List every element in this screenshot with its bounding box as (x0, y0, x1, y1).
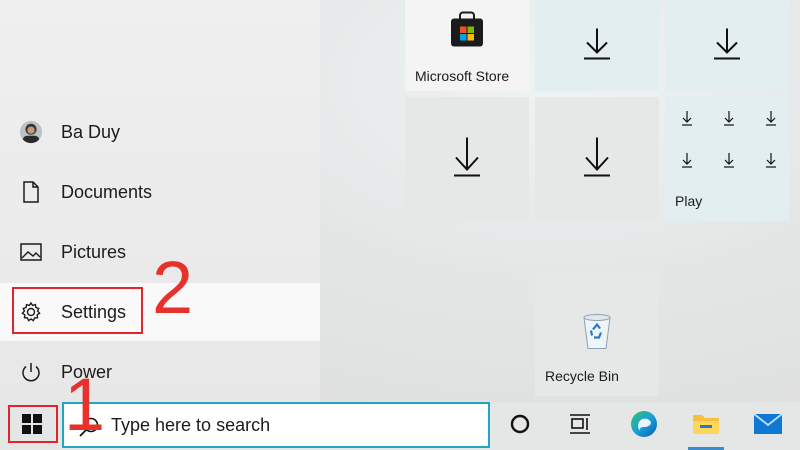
search-placeholder: Type here to search (111, 414, 271, 435)
mail-icon (753, 412, 783, 441)
edge-icon (629, 409, 659, 444)
folder-icon (691, 411, 721, 442)
file-explorer-button[interactable] (680, 402, 732, 450)
edge-browser-button[interactable] (618, 402, 670, 450)
download-arrow-icon (582, 26, 612, 65)
start-item-pictures-label: Pictures (61, 241, 127, 262)
taskbar-search-box[interactable]: Type here to search (62, 402, 490, 448)
play-folder-grid-icon (679, 109, 779, 178)
highlight-start-button (8, 405, 58, 443)
pictures-icon (19, 240, 43, 264)
tile-download-1[interactable] (535, 0, 659, 91)
cortana-circle-icon (509, 413, 531, 440)
highlight-settings (12, 287, 143, 334)
user-avatar (19, 120, 43, 144)
tile-recycle-bin[interactable]: Recycle Bin (535, 272, 659, 396)
tile-recycle-bin-label: Recycle Bin (545, 368, 619, 384)
start-menu-left-pane: Ba Duy Documents Pictures Settings Power (0, 0, 320, 402)
step-number-2: 2 (152, 246, 194, 329)
step-number-1: 1 (64, 363, 106, 446)
power-icon (19, 360, 43, 384)
tile-download-3[interactable] (405, 97, 529, 221)
start-item-power[interactable]: Power (0, 343, 320, 401)
start-item-user[interactable]: Ba Duy (0, 103, 320, 161)
cortana-button[interactable] (494, 402, 546, 450)
start-item-documents-label: Documents (61, 181, 153, 202)
task-view-icon (568, 413, 592, 440)
tile-download-4[interactable] (535, 97, 659, 221)
start-item-user-label: Ba Duy (61, 121, 121, 142)
download-arrow-icon (712, 26, 742, 65)
tile-download-2[interactable] (665, 0, 789, 91)
download-arrow-icon (582, 136, 612, 183)
tile-microsoft-store-label: Microsoft Store (415, 68, 510, 84)
task-view-button[interactable] (554, 402, 606, 450)
tile-microsoft-store[interactable]: Microsoft Store (405, 0, 529, 91)
document-icon (19, 180, 43, 204)
recycle-bin-icon (579, 312, 615, 357)
start-item-documents[interactable]: Documents (0, 163, 320, 221)
store-bag-icon (449, 11, 485, 54)
tile-play-folder[interactable]: Play (665, 97, 789, 221)
mail-button[interactable] (742, 402, 794, 450)
download-arrow-icon (452, 136, 482, 183)
tile-play-label: Play (675, 193, 703, 209)
